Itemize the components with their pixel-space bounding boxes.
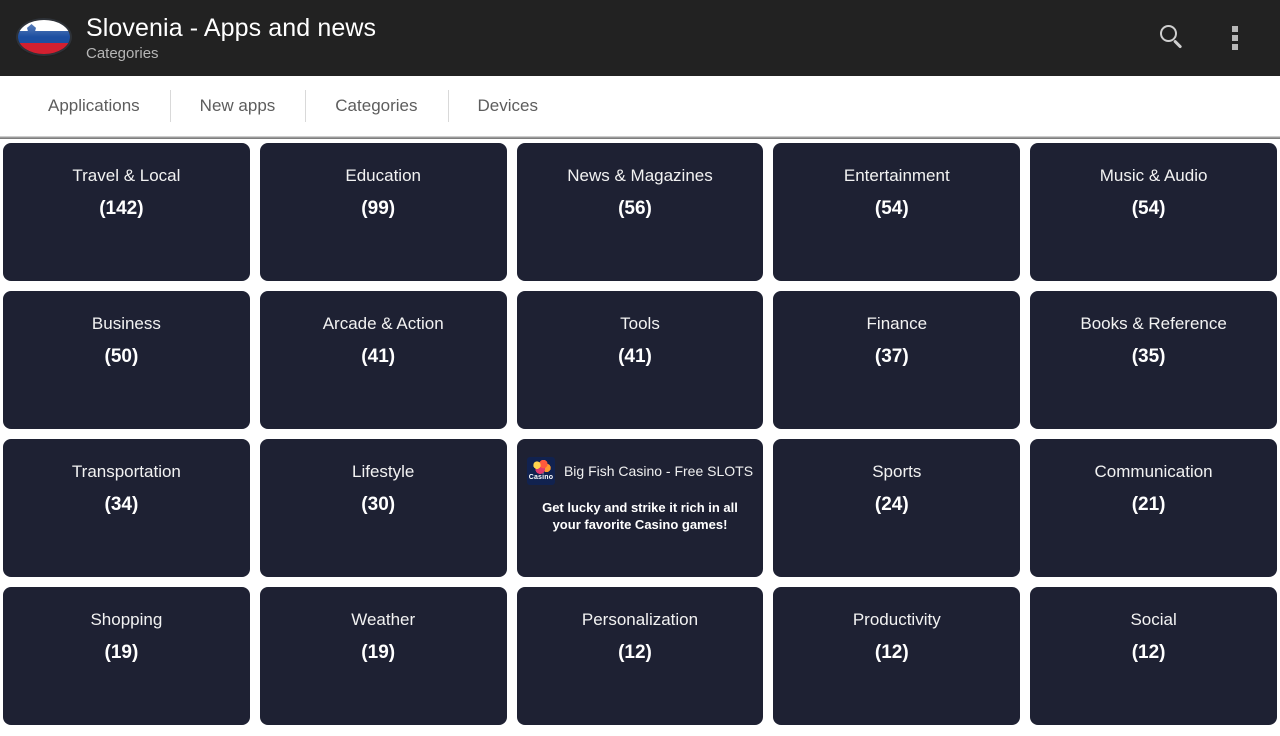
category-tile[interactable]: Transportation (34) bbox=[3, 439, 250, 577]
category-name: Education bbox=[345, 166, 421, 185]
app-header: Slovenia - Apps and news Categories bbox=[0, 0, 1280, 76]
category-name: Music & Audio bbox=[1099, 166, 1208, 185]
category-name: Shopping bbox=[90, 610, 163, 629]
ad-tile[interactable]: Casino Big Fish Casino - Free SLOTS Get lu… bbox=[516, 439, 764, 577]
category-tile[interactable]: Arcade & Action (41) bbox=[259, 291, 507, 429]
category-tile[interactable]: Finance (37) bbox=[773, 291, 1021, 429]
category-name: Communication bbox=[1094, 462, 1213, 481]
tab-bar: Applications New apps Categories Devices bbox=[0, 76, 1280, 136]
tab-new-apps[interactable]: New apps bbox=[169, 76, 306, 136]
category-count: (142) bbox=[99, 198, 144, 219]
category-tile[interactable]: Weather (19) bbox=[259, 587, 507, 725]
category-count: (12) bbox=[1131, 642, 1166, 663]
tab-label: New apps bbox=[199, 96, 276, 115]
category-tile[interactable]: Books & Reference (35) bbox=[1030, 291, 1277, 429]
category-count: (41) bbox=[361, 346, 396, 367]
category-name: Tools bbox=[620, 314, 660, 333]
search-icon bbox=[1160, 25, 1186, 51]
category-tile[interactable]: Shopping (19) bbox=[3, 587, 250, 725]
category-count: (50) bbox=[104, 346, 139, 367]
category-name: Travel & Local bbox=[72, 166, 181, 185]
category-count: (19) bbox=[104, 642, 139, 663]
big-fish-casino-icon: Casino bbox=[526, 457, 555, 485]
category-tile[interactable]: Productivity (12) bbox=[773, 587, 1021, 725]
category-tile[interactable]: Travel & Local (142) bbox=[3, 143, 250, 281]
category-count: (19) bbox=[361, 642, 396, 663]
page-title: Slovenia - Apps and news bbox=[86, 13, 377, 42]
category-name: Sports bbox=[872, 462, 922, 481]
ad-header: Casino Big Fish Casino - Free SLOTS bbox=[526, 457, 754, 485]
category-name: Finance bbox=[866, 314, 928, 333]
category-count: (12) bbox=[618, 642, 652, 663]
category-tile[interactable]: Tools (41) bbox=[516, 291, 764, 429]
category-tile[interactable]: News & Magazines (56) bbox=[516, 143, 764, 281]
category-count: (37) bbox=[874, 346, 909, 367]
category-tile[interactable]: Lifestyle (30) bbox=[259, 439, 507, 577]
category-count: (24) bbox=[874, 494, 909, 515]
category-name: Personalization bbox=[581, 610, 699, 629]
category-tile[interactable]: Communication (21) bbox=[1030, 439, 1277, 577]
category-name: Transportation bbox=[71, 462, 181, 481]
category-grid-viewport[interactable]: Travel & Local (142) Education (99) News & M… bbox=[0, 139, 1280, 731]
tab-applications[interactable]: Applications bbox=[18, 76, 170, 136]
category-count: (12) bbox=[874, 642, 909, 663]
header-titles: Slovenia - Apps and news Categories bbox=[86, 13, 1142, 64]
category-name: News & Magazines bbox=[567, 166, 713, 185]
search-button[interactable] bbox=[1142, 0, 1204, 76]
page-subtitle: Categories bbox=[86, 44, 159, 62]
tab-label: Applications bbox=[48, 96, 140, 115]
category-tile[interactable]: Business (50) bbox=[3, 291, 250, 429]
tab-categories[interactable]: Categories bbox=[305, 76, 447, 136]
category-count: (54) bbox=[874, 198, 909, 219]
category-count: (54) bbox=[1131, 198, 1166, 219]
category-tile[interactable]: Music & Audio (54) bbox=[1030, 143, 1277, 281]
category-grid: Travel & Local (142) Education (99) News & M… bbox=[3, 143, 1277, 731]
category-name: Productivity bbox=[852, 610, 941, 629]
category-name: Entertainment bbox=[843, 166, 950, 185]
category-name: Business bbox=[91, 314, 161, 333]
category-count: (99) bbox=[361, 198, 396, 219]
category-tile[interactable]: Entertainment (54) bbox=[773, 143, 1021, 281]
tab-devices[interactable]: Devices bbox=[447, 76, 568, 136]
ad-title: Big Fish Casino - Free SLOTS bbox=[563, 463, 754, 479]
tab-label: Devices bbox=[477, 96, 538, 115]
category-tile[interactable]: Education (99) bbox=[259, 143, 507, 281]
category-count: (21) bbox=[1131, 494, 1166, 515]
category-count: (56) bbox=[618, 198, 652, 219]
tab-label: Categories bbox=[335, 96, 418, 115]
category-count: (30) bbox=[361, 494, 396, 515]
category-name: Lifestyle bbox=[352, 462, 415, 481]
ad-icon-label: Casino bbox=[528, 474, 554, 481]
category-tile[interactable]: Personalization (12) bbox=[516, 587, 764, 725]
category-count: (41) bbox=[618, 346, 652, 367]
overflow-menu-button[interactable] bbox=[1204, 0, 1266, 76]
category-tile[interactable]: Social (12) bbox=[1030, 587, 1277, 725]
category-count: (35) bbox=[1131, 346, 1166, 367]
category-name: Weather bbox=[351, 610, 416, 629]
slovenia-flag-icon bbox=[16, 18, 72, 58]
category-count: (34) bbox=[104, 494, 139, 515]
header-actions bbox=[1142, 0, 1266, 76]
category-name: Books & Reference bbox=[1080, 314, 1227, 333]
category-name: Social bbox=[1130, 610, 1177, 629]
category-name: Arcade & Action bbox=[322, 314, 444, 333]
ad-body-text: Get lucky and strike it rich in all your… bbox=[542, 500, 738, 532]
category-tile[interactable]: Sports (24) bbox=[773, 439, 1021, 577]
overflow-menu-icon bbox=[1232, 26, 1238, 50]
